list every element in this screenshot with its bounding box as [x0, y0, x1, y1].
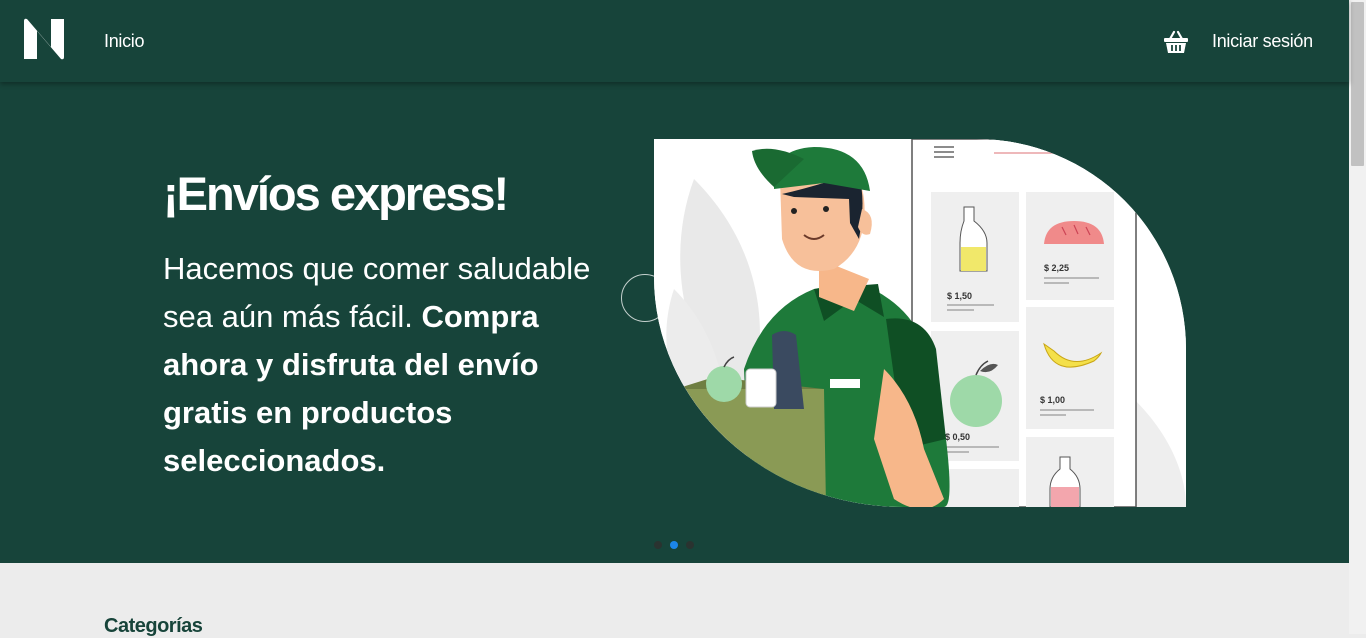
carousel-indicators — [654, 541, 694, 549]
categories-heading: Categorías — [104, 615, 203, 637]
carousel-prev-button[interactable] — [621, 274, 669, 322]
price-label: $ 0,50 — [945, 432, 970, 442]
hero-description: Hacemos que comer saludable sea aún más … — [163, 245, 603, 485]
price-label: $ 1,00 — [1040, 395, 1065, 405]
price-label: $ 2,25 — [1044, 263, 1069, 273]
delivery-man-illustration: $ 1,50 $ 2,25 $ 0,50 $ 1,00 — [654, 139, 1186, 507]
basket-icon[interactable] — [1163, 29, 1189, 55]
scrollbar-thumb[interactable] — [1351, 2, 1364, 166]
hero-carousel: ¡Envíos express! Hacemos que comer salud… — [0, 82, 1349, 563]
hero-title: ¡Envíos express! — [163, 167, 509, 220]
nav-home-link[interactable]: Inicio — [104, 31, 145, 52]
carousel-dot-1[interactable] — [654, 541, 662, 549]
brand-logo-icon[interactable] — [22, 17, 66, 61]
delivery-illustration: $ 1,50 $ 2,25 $ 0,50 $ 1,00 — [654, 139, 1186, 507]
carousel-dot-3[interactable] — [686, 541, 694, 549]
login-link[interactable]: Iniciar sesión — [1212, 31, 1313, 52]
top-navbar: Inicio Iniciar sesión — [0, 0, 1349, 82]
price-label: $ 1,50 — [947, 291, 972, 301]
carousel-dot-2[interactable] — [670, 541, 678, 549]
